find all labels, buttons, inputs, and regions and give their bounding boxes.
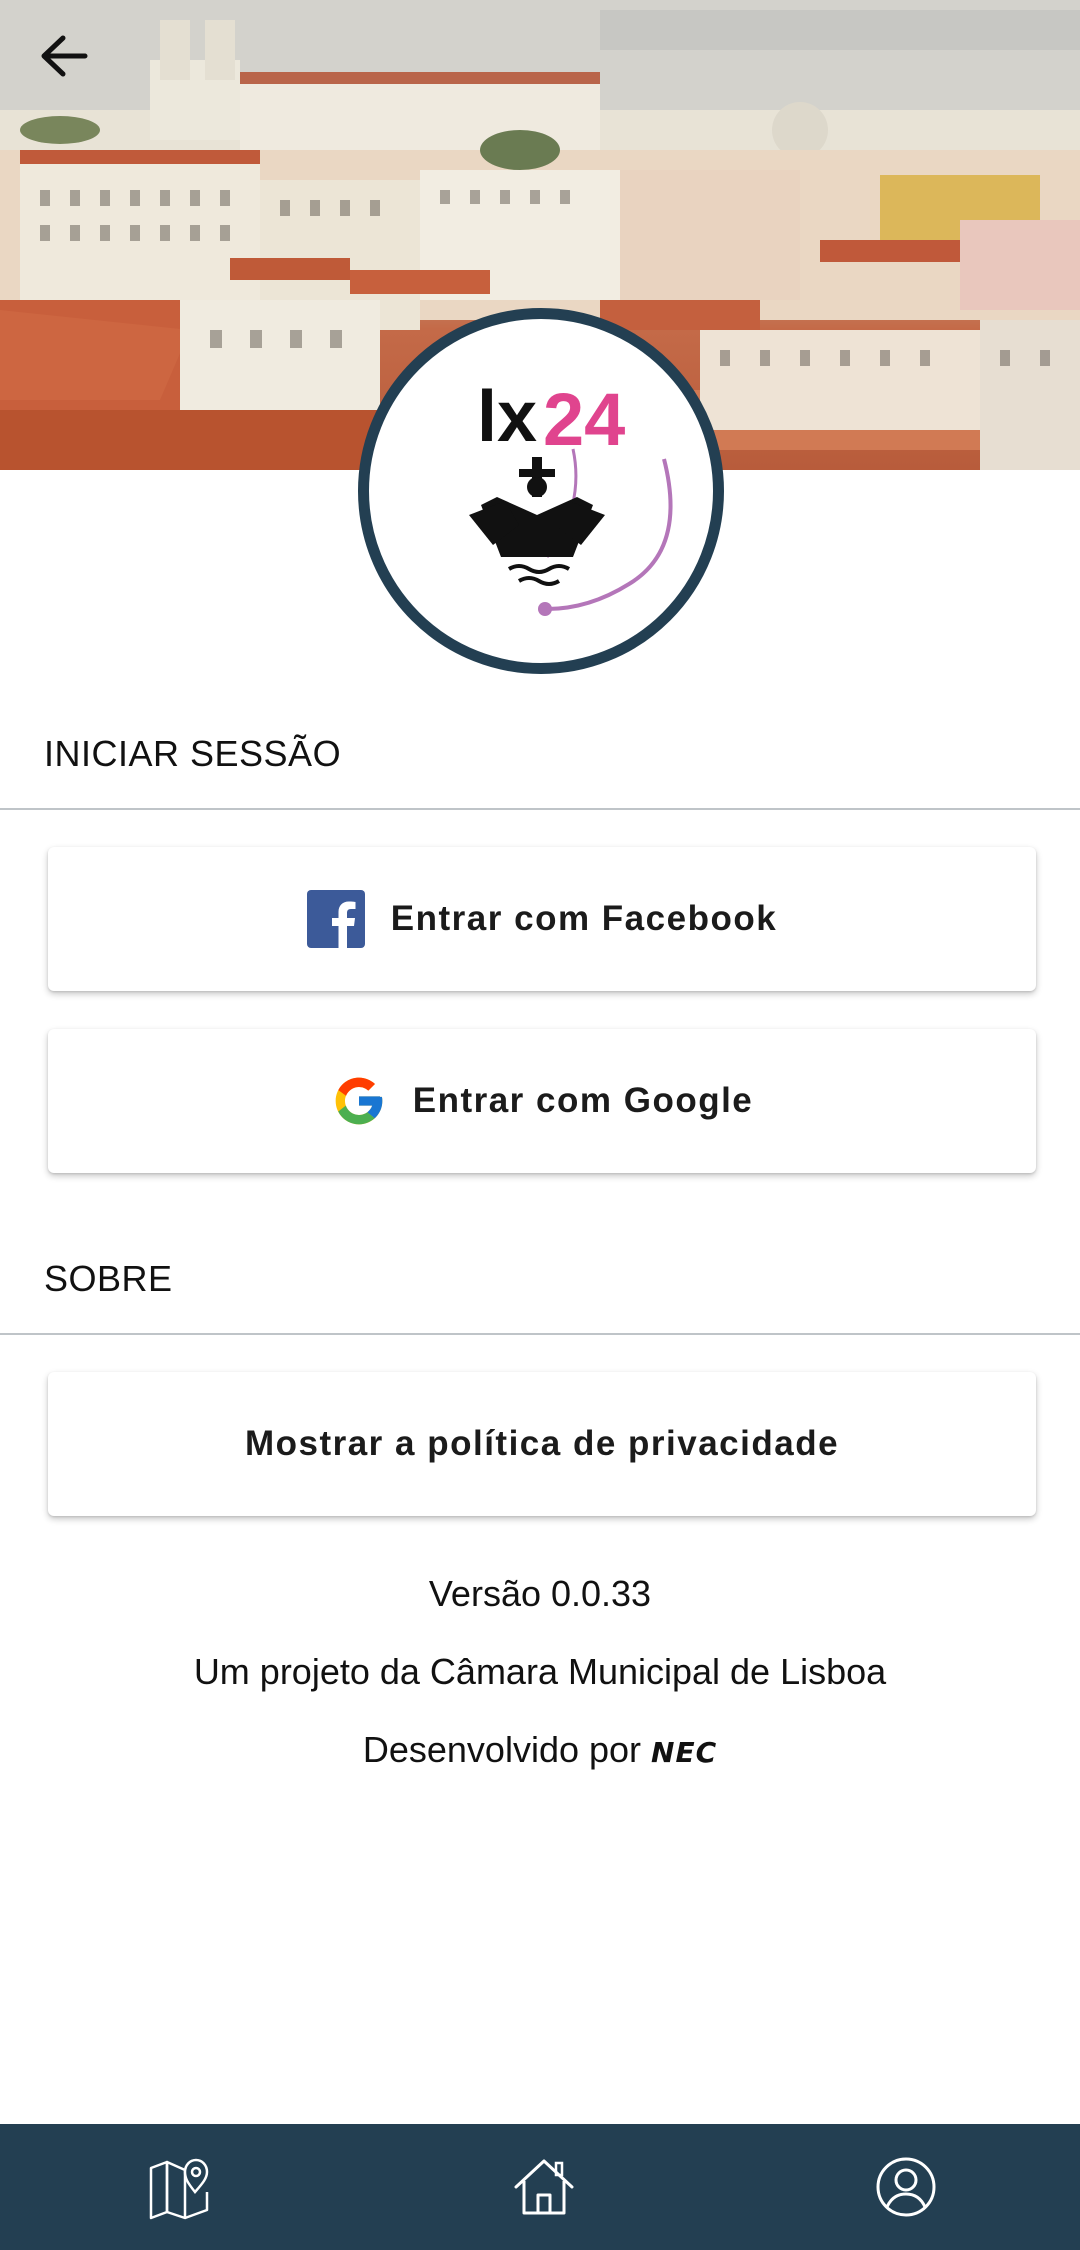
project-text: Um projeto da Câmara Municipal de Lisboa: [193, 1651, 887, 1692]
login-section-title: INICIAR SESSÃO: [44, 733, 342, 774]
facebook-login-label: Entrar com Facebook: [390, 899, 778, 938]
nav-map-button[interactable]: [80, 2124, 280, 2250]
home-icon: [514, 2159, 574, 2215]
privacy-policy-button[interactable]: Mostrar a política de privacidade: [48, 1372, 1036, 1516]
nec-logo: NEC: [651, 1735, 718, 1769]
nav-home-button[interactable]: [444, 2124, 644, 2250]
about-divider: [0, 1333, 1080, 1335]
lisbon-ship-emblem: [469, 457, 605, 586]
nav-profile-button[interactable]: [806, 2124, 1006, 2250]
google-login-button[interactable]: Entrar com Google: [48, 1029, 1036, 1173]
version-text: Versão 0.0.33: [428, 1573, 652, 1614]
facebook-icon: [306, 890, 365, 948]
facebook-login-button[interactable]: Entrar com Facebook: [48, 847, 1036, 991]
bottom-navigation-bar: [0, 2124, 1080, 2250]
privacy-policy-label: Mostrar a política de privacidade: [244, 1424, 840, 1463]
user-profile-icon: [876, 2157, 936, 2217]
app-logo: lx 24: [358, 308, 724, 674]
back-button[interactable]: [30, 26, 98, 86]
arrow-left-icon: [41, 35, 88, 77]
developer-line: Desenvolvido por NEC: [0, 1729, 1080, 1771]
logo-lx-text: lx: [477, 377, 537, 457]
lx24-logo: lx 24: [469, 377, 673, 616]
login-divider: [0, 808, 1080, 810]
google-login-label: Entrar com Google: [412, 1081, 754, 1120]
about-section-title: SOBRE: [44, 1258, 173, 1299]
map-pin-icon: [149, 2158, 209, 2220]
google-icon: [335, 1077, 383, 1125]
developed-by-text: Desenvolvido por: [362, 1729, 642, 1770]
logo-24-text: 24: [543, 378, 625, 461]
